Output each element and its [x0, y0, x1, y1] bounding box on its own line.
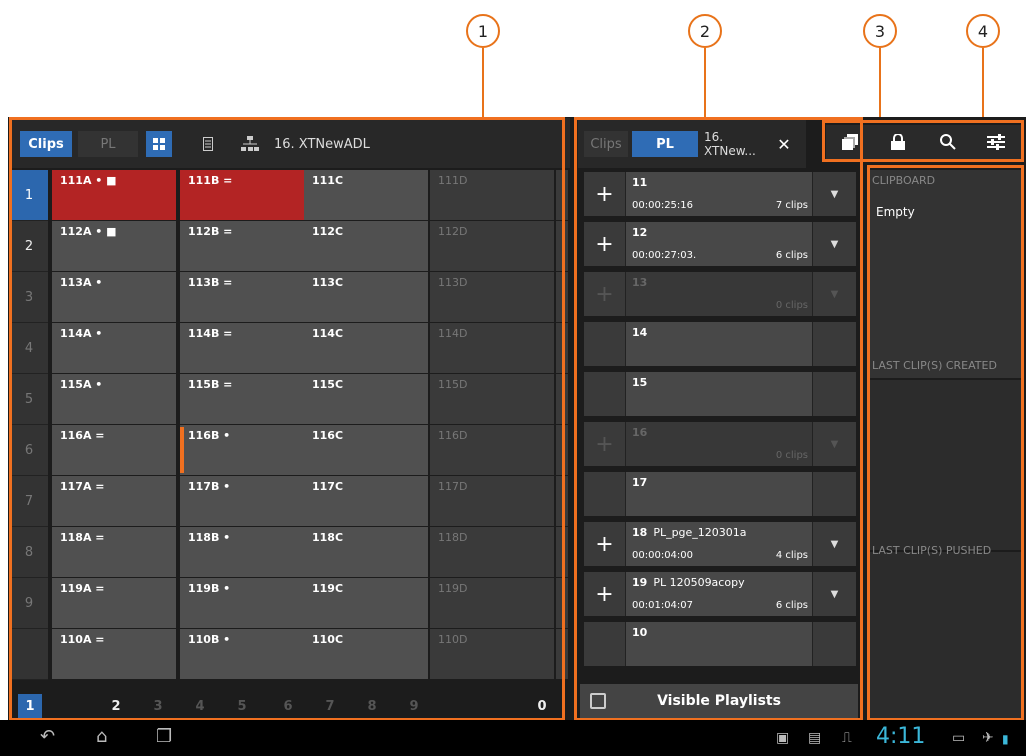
- usb-icon: ⎍: [842, 730, 852, 746]
- callout-2-line: [704, 48, 706, 118]
- highlight-box-4: [822, 120, 1024, 162]
- system-bar: [0, 720, 1026, 756]
- gallery-icon: ▤: [808, 730, 822, 746]
- airplane-icon: ✈: [982, 730, 994, 746]
- clock: 4:11: [876, 724, 926, 749]
- highlight-box-2: [574, 117, 863, 721]
- highlight-box-3: [867, 165, 1024, 721]
- screenshot-icon: ▣: [776, 730, 790, 746]
- highlight-box-1: [9, 117, 565, 721]
- callout-1-line: [482, 48, 484, 118]
- home-icon[interactable]: ⌂: [96, 726, 107, 747]
- callout-4-line: [982, 48, 984, 118]
- callout-2: 2: [688, 14, 722, 48]
- back-icon[interactable]: ↶: [40, 726, 55, 747]
- recent-apps-icon[interactable]: ❐: [156, 726, 172, 747]
- notification-icon: ▭: [952, 730, 966, 746]
- callout-4: 4: [966, 14, 1000, 48]
- battery-icon: ▮: [1002, 732, 1009, 746]
- callout-1: 1: [466, 14, 500, 48]
- callout-3: 3: [863, 14, 897, 48]
